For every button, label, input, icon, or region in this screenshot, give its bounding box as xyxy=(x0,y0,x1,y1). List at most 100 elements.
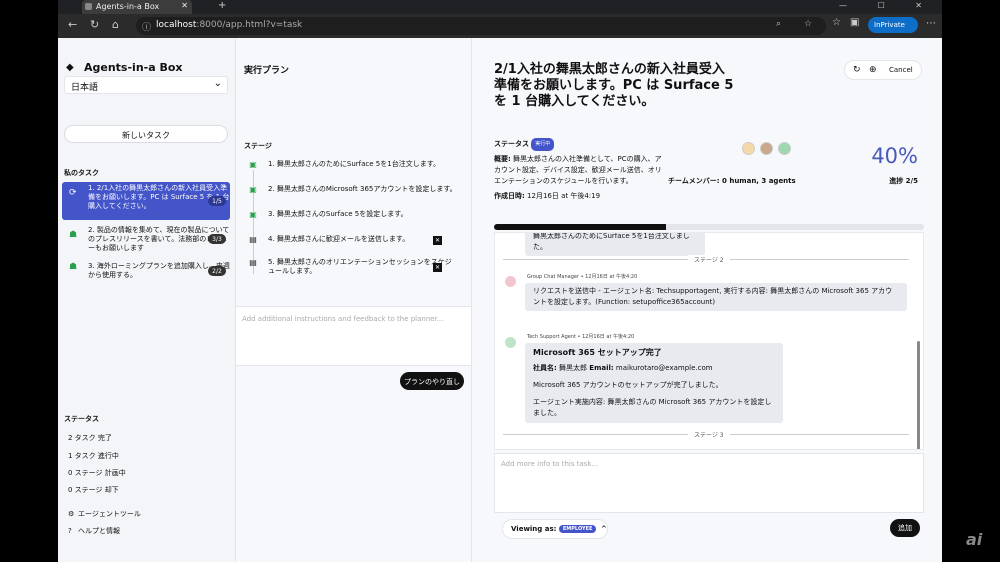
avatar xyxy=(505,276,516,287)
url-host: localhost xyxy=(156,20,197,30)
calendar-icon: ▤ xyxy=(249,235,257,244)
progress-label: 進捗 2/5 xyxy=(889,177,918,185)
message-text: リクエストを送信中 - エージェント名: Techsupportagent, 実… xyxy=(533,287,893,306)
info-icon: ⓘ xyxy=(142,23,152,33)
language-value: 日本語 xyxy=(71,83,99,93)
task-item-2[interactable]: ☗ 2. 製品の情報を集めて、現在の製品についてのプレスリリースを書いて。法務部… xyxy=(62,224,230,254)
refresh-icon[interactable]: ↻ xyxy=(853,65,861,75)
favorites-icon[interactable]: ☆ xyxy=(832,17,841,28)
created-label: 作成日時: xyxy=(494,192,525,200)
status-heading: ステータス xyxy=(64,415,99,423)
stat-stages-rejected: 0 ステージ 却下 xyxy=(68,486,119,494)
tab-bar: Agents-in-a Box ✕ + — ☐ ✕ xyxy=(58,0,942,14)
chat-scrollbar[interactable] xyxy=(917,341,920,449)
planner-feedback-input[interactable]: Add additional instructions and feedback… xyxy=(236,306,471,366)
back-icon[interactable]: ← xyxy=(68,18,77,31)
new-tab-icon[interactable]: + xyxy=(218,0,226,11)
language-select[interactable]: 日本語 ⌄ xyxy=(64,76,228,94)
created-value: 12月16日 at 午後4:19 xyxy=(527,192,601,200)
task-badge: 1/5 xyxy=(208,196,226,206)
stat-tasks-done: 2 タスク 完了 xyxy=(68,434,112,442)
search-icon[interactable]: ⌕ xyxy=(776,19,781,29)
team-panel: チームメンバー: 0 human, 3 agents 40% 進捗 2/5 xyxy=(668,136,918,190)
step-text: 1. 舞黒太郎さんのためにSurface 5を1台注文します。 xyxy=(268,160,441,168)
message-text: Microsoft 365 アカウントのセットアップが完了しました。 xyxy=(533,381,723,389)
task-item-1[interactable]: ⟳ 1. 2/1入社の舞黒太郎さんの新入社員受入準備をお願いします。PC は S… xyxy=(62,182,230,220)
chevron-up-icon: ^ xyxy=(600,525,607,533)
refresh-icon[interactable]: ↻ xyxy=(90,18,99,31)
task-info: ステータス 実行中 概要: 舞黒太郎さんの入社準備として、PCの購入、アカウント… xyxy=(494,138,664,202)
replan-button[interactable]: プランのやり直し xyxy=(400,372,464,390)
my-tasks-heading: 私のタスク xyxy=(64,169,99,177)
avatar xyxy=(742,142,755,155)
message-title: Microsoft 365 セットアップ完了 xyxy=(533,348,662,357)
chat-message-partial: 舞黒太郎さんのためにSurface 5を1台注文しました。 xyxy=(525,233,705,256)
address-bar-row: ← ↻ ⌂ ⓘ localhost:8000/app.html?v=task ⌕… xyxy=(58,14,942,38)
summary-label: 概要: xyxy=(494,155,511,163)
task-badge: 2/2 xyxy=(208,266,226,276)
chat-placeholder: Add more info to this task... xyxy=(501,460,599,468)
task-item-3[interactable]: ☗ 3. 海外ローミングプランを追加購入し、来週から使用する。 2/2 xyxy=(62,260,230,282)
new-task-button[interactable]: 新しいタスク xyxy=(64,125,228,143)
step-text: 4. 舞黒太郎さんに歓迎メールを送信します。 xyxy=(268,235,410,243)
url-path: :8000/app.html?v=task xyxy=(196,20,303,30)
plan-step-5: ▤ 5. 舞黒太郎さんのオリエンテーションセッションをスケジュールします。 ✕ xyxy=(248,258,458,276)
help-icon: ? xyxy=(68,527,72,535)
inprivate-badge[interactable]: InPrivate xyxy=(868,17,918,33)
plan-step-3: ▣ 3. 舞黒太郎さんのSurface 5を設定します。 xyxy=(248,210,458,219)
message-sender: Group Chat Manager • 12月16日 at 午後4:20 xyxy=(527,274,638,280)
plan-step-1: ▣ 1. 舞黒太郎さんのためにSurface 5を1台注文します。 xyxy=(248,160,458,169)
agent-tools-label: エージェントツール xyxy=(78,510,141,518)
step-text: 5. 舞黒太郎さんのオリエンテーションセッションをスケジュールします。 xyxy=(268,258,452,275)
employee-name: 舞黒太郎 xyxy=(559,364,588,372)
chat-message: リクエストを送信中 - エージェント名: Techsupportagent, 実… xyxy=(525,283,907,311)
team-members-label: チームメンバー: 0 human, 3 agents xyxy=(668,177,796,185)
status-label: ステータス xyxy=(494,140,529,148)
inprivate-label: InPrivate xyxy=(874,21,905,29)
chat-message: Microsoft 365 セットアップ完了 社員名: 舞黒太郎 Email: … xyxy=(525,343,783,423)
sidebar: ◆ Agents-in-a Box 日本語 ⌄ 新しいタスク 私のタスク ⟳ 1… xyxy=(58,38,236,562)
chat-input[interactable]: Add more info to this task... xyxy=(494,453,924,513)
favorite-star-icon[interactable]: ☆ xyxy=(804,19,812,29)
progress-fill xyxy=(494,224,666,230)
url-field[interactable]: ⓘ localhost:8000/app.html?v=task ⌕ ☆ xyxy=(136,17,826,35)
plan-pane: 実行プラン ステージ ▣ 1. 舞黒太郎さんのためにSurface 5を1台注文し… xyxy=(236,38,472,562)
help-link[interactable]: ? ヘルプと情報 xyxy=(68,526,120,536)
browser-tab[interactable]: Agents-in-a Box ✕ xyxy=(82,0,192,14)
viewing-as-select[interactable]: Viewing as: EMPLOYEE ^ xyxy=(502,519,608,539)
add-button[interactable]: 追加 xyxy=(890,519,920,537)
step-text: 2. 舞黒太郎さんのMicrosoft 365アカウントを設定します。 xyxy=(268,185,457,193)
more-menu-icon[interactable]: ⋯ xyxy=(926,18,936,29)
check-icon: ▣ xyxy=(249,210,257,219)
home-icon[interactable]: ⌂ xyxy=(112,18,119,31)
close-tab-icon[interactable]: ✕ xyxy=(181,1,188,10)
close-icon[interactable]: ✕ xyxy=(433,263,442,272)
task-badge: 3/3 xyxy=(208,234,226,244)
stage-label: ステージ 3 xyxy=(688,430,730,439)
chevron-down-icon: ⌄ xyxy=(213,78,222,89)
brand-name: Agents-in-a Box xyxy=(84,61,183,74)
logo-icon: ◆ xyxy=(66,62,74,73)
calendar-icon: ▤ xyxy=(249,258,257,267)
collections-icon[interactable]: ▣ xyxy=(850,17,859,28)
add-icon[interactable]: ⊕ xyxy=(869,65,877,75)
window-controls[interactable]: — ☐ ✕ xyxy=(839,1,936,10)
avatar xyxy=(505,337,516,348)
check-icon: ▣ xyxy=(249,160,257,169)
help-label: ヘルプと情報 xyxy=(78,527,120,535)
summary-text: 舞黒太郎さんの入社準備として、PCの購入、アカウント設定、デバイス設定、歓迎メー… xyxy=(494,155,662,185)
stage-heading: ステージ xyxy=(244,142,272,150)
employee-email: maikurotaro@example.com xyxy=(615,364,713,372)
progress-percent: 40% xyxy=(871,144,918,168)
stat-tasks-in-progress: 1 タスク 進行中 xyxy=(68,452,119,460)
close-icon[interactable]: ✕ xyxy=(433,236,442,245)
cancel-button[interactable]: Cancel xyxy=(889,66,913,74)
chat-panel: 舞黒太郎さんのためにSurface 5を1台注文しました。 ステージ 2 Gro… xyxy=(494,232,924,450)
message-sender: Tech Support Agent • 12月16日 at 午後4:20 xyxy=(527,334,635,340)
tab-title: Agents-in-a Box xyxy=(96,2,160,11)
sync-icon: ⟳ xyxy=(69,188,77,198)
gear-icon: ⚙ xyxy=(68,510,75,518)
plan-step-2: ▣ 2. 舞黒太郎さんのMicrosoft 365アカウントを設定します。 xyxy=(248,185,458,194)
agent-tools-link[interactable]: ⚙ エージェントツール xyxy=(68,509,141,519)
progress-bar xyxy=(494,224,924,230)
